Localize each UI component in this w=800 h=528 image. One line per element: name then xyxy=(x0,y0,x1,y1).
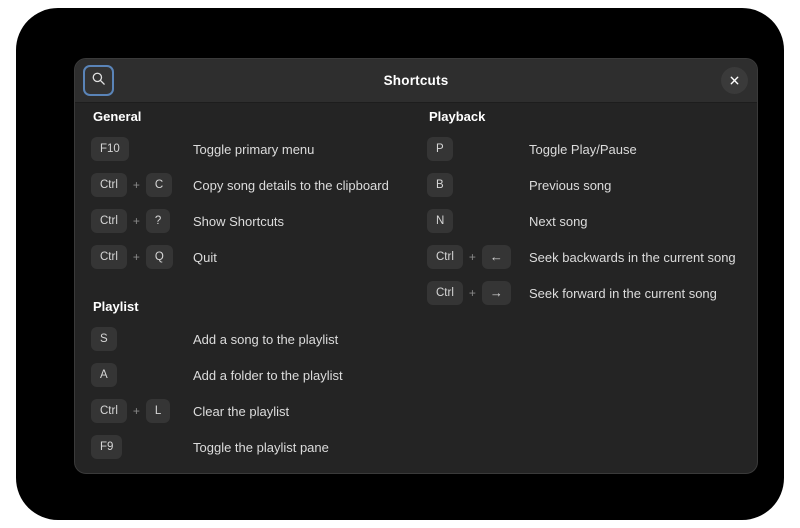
shortcut-keys: F10 xyxy=(91,137,193,161)
shortcut-keys: Ctrl +? xyxy=(91,209,193,233)
key-cap: Ctrl xyxy=(91,209,127,233)
shortcut-section: Playback P Toggle Play/Pause B Previous song… xyxy=(427,103,747,311)
shortcut-keys: A xyxy=(91,363,193,387)
key-cap: ← xyxy=(481,245,511,269)
shortcuts-column-right: Playback P Toggle Play/Pause B Previous song… xyxy=(427,103,747,315)
key-cap: F10 xyxy=(91,137,129,161)
shortcut-description: Toggle primary menu xyxy=(193,141,315,157)
key-cap: S xyxy=(91,327,117,351)
shortcut-keys: Ctrl + C xyxy=(91,173,193,197)
key-cap: B xyxy=(427,173,453,197)
key-cap: ? xyxy=(145,209,171,233)
shortcut-description: Next song xyxy=(529,213,588,229)
shortcut-description: Copy song details to the clipboard xyxy=(193,177,389,193)
key-separator: + xyxy=(468,250,476,264)
shortcut-keys: Ctrl + ← xyxy=(427,245,529,269)
key-cap: Ctrl xyxy=(91,245,127,269)
key-cap: F9 xyxy=(91,435,123,459)
shortcut-description: Add a folder to the playlist xyxy=(193,367,343,383)
dialog-headerbar: Shortcuts xyxy=(75,59,757,103)
key-cap: → xyxy=(481,281,511,305)
key-separator: + xyxy=(132,178,140,192)
shortcut-description: Previous song xyxy=(529,177,612,193)
shortcut-keys: S xyxy=(91,327,193,351)
key-cap: L xyxy=(145,399,171,423)
shortcut-row: N Next song xyxy=(427,203,747,239)
desktop-backdrop: Shortcuts General F10 Toggle primary menu C… xyxy=(16,8,784,520)
shortcut-keys: Ctrl + → xyxy=(427,281,529,305)
shortcut-keys: F9 xyxy=(91,435,193,459)
shortcut-section: General F10 Toggle primary menu Ctrl + C Copy … xyxy=(91,103,421,275)
key-separator: + xyxy=(132,214,140,228)
shortcut-keys: P xyxy=(427,137,529,161)
shortcut-keys: Ctrl + L xyxy=(91,399,193,423)
section-heading: Playlist xyxy=(93,299,139,314)
shortcut-row: Ctrl + → Seek forward in the current song xyxy=(427,275,747,311)
close-button[interactable] xyxy=(721,67,748,94)
shortcut-row: A Add a folder to the playlist xyxy=(91,357,421,393)
shortcut-description: Show Shortcuts xyxy=(193,213,285,229)
shortcut-keys: Ctrl + Q xyxy=(91,245,193,269)
page-title: Shortcuts xyxy=(383,73,449,88)
shortcut-description: Add a song to the playlist xyxy=(193,331,339,347)
key-cap: Ctrl xyxy=(91,399,127,423)
shortcut-description: Quit xyxy=(193,249,217,265)
key-cap: P xyxy=(427,137,453,161)
key-separator: + xyxy=(132,250,140,264)
shortcut-description: Clear the playlist xyxy=(193,403,290,419)
key-cap: Q xyxy=(145,245,173,269)
shortcuts-column-left: General F10 Toggle primary menu Ctrl + C Copy … xyxy=(91,103,421,469)
close-icon xyxy=(729,75,740,86)
key-cap: Ctrl xyxy=(91,173,127,197)
shortcut-row: P Toggle Play/Pause xyxy=(427,131,747,167)
section-heading: Playback xyxy=(429,109,486,124)
shortcut-row: Ctrl + ← Seek backwards in the current song xyxy=(427,239,747,275)
section-heading: General xyxy=(93,109,142,124)
shortcut-row: B Previous song xyxy=(427,167,747,203)
shortcut-row: Ctrl +? Show Shortcuts xyxy=(91,203,421,239)
shortcut-description: Seek backwards in the current song xyxy=(529,249,736,265)
shortcuts-dialog: Shortcuts General F10 Toggle primary menu C… xyxy=(74,58,758,474)
shortcut-description: Toggle Play/Pause xyxy=(529,141,637,157)
shortcut-row: F10 Toggle primary menu xyxy=(91,131,421,167)
key-cap: N xyxy=(427,209,454,233)
key-cap: C xyxy=(145,173,173,197)
shortcut-keys: B xyxy=(427,173,529,197)
key-cap: Ctrl xyxy=(427,245,463,269)
shortcut-keys: N xyxy=(427,209,529,233)
shortcut-description: Toggle the playlist pane xyxy=(193,439,329,455)
shortcut-row: S Add a song to the playlist xyxy=(91,321,421,357)
key-separator: + xyxy=(468,286,476,300)
shortcut-description: Seek forward in the current song xyxy=(529,285,717,301)
shortcut-row: Ctrl + C Copy song details to the clipboard xyxy=(91,167,421,203)
shortcut-row: F9 Toggle the playlist pane xyxy=(91,429,421,465)
shortcut-row: Ctrl + L Clear the playlist xyxy=(91,393,421,429)
key-cap: A xyxy=(91,363,117,387)
shortcut-section: Playlist S Add a song to the playlist A Add … xyxy=(91,293,421,465)
shortcut-row: Ctrl + Q Quit xyxy=(91,239,421,275)
key-separator: + xyxy=(132,404,140,418)
key-cap: Ctrl xyxy=(427,281,463,305)
